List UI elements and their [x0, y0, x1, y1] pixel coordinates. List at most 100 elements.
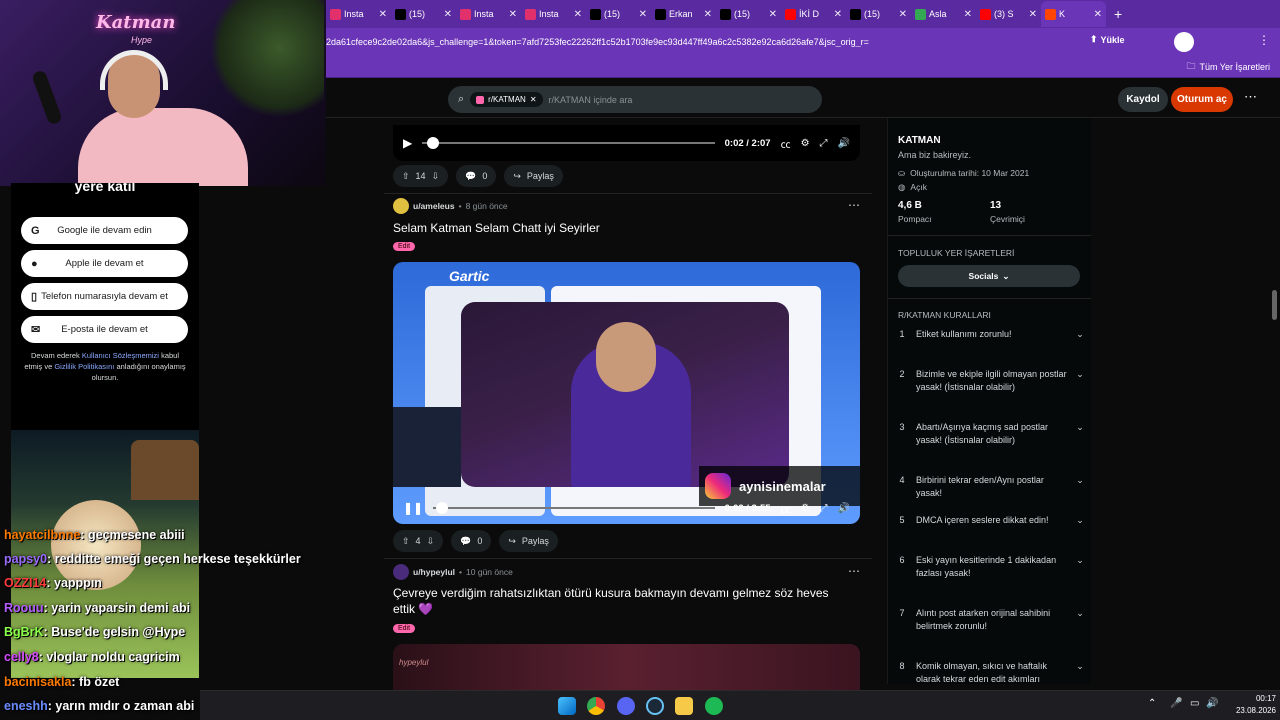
upload-button[interactable]: ⬆ Yükle: [1090, 34, 1125, 45]
share-button[interactable]: ↪ Paylaş: [504, 165, 563, 187]
browser-tab[interactable]: Erkan ✕: [651, 1, 716, 27]
browser-tab[interactable]: (15) ✕: [391, 1, 456, 27]
login-button[interactable]: Oturum aç: [1171, 87, 1233, 112]
more-options-icon[interactable]: ⋯: [1244, 89, 1257, 105]
privacy-policy-link[interactable]: Gizlilik Politikasını: [54, 362, 114, 371]
video-progress-bar[interactable]: [422, 137, 715, 149]
post-options-icon[interactable]: ⋯: [848, 198, 860, 212]
page-scrollbar[interactable]: [1272, 290, 1277, 320]
chat-username[interactable]: OZZI14: [4, 576, 46, 590]
chip-close-icon[interactable]: ✕: [530, 95, 537, 104]
captions-icon[interactable]: ㏄: [781, 136, 791, 151]
close-tab-icon[interactable]: ✕: [379, 9, 387, 20]
rule-item[interactable]: 8 Komik olmayan, sıkıcı ve haftalık olara…: [888, 660, 1091, 684]
post-title[interactable]: Çevreye verdiğim rahatsızlıktan ötürü ku…: [393, 585, 843, 617]
close-tab-icon[interactable]: ✕: [574, 9, 582, 20]
chat-username[interactable]: papsy0: [4, 552, 47, 566]
close-tab-icon[interactable]: ✕: [704, 9, 712, 20]
browser-tab[interactable]: (3) S ✕: [976, 1, 1041, 27]
network-icon[interactable]: ▭: [1190, 698, 1199, 709]
menu-icon[interactable]: ⋮: [1258, 33, 1270, 47]
close-tab-icon[interactable]: ✕: [964, 9, 972, 20]
close-tab-icon[interactable]: ✕: [1094, 9, 1102, 20]
browser-tab[interactable]: K ✕: [1041, 1, 1106, 27]
video-player-controls[interactable]: ▶ 0:02 / 2:07 ㏄ ⚙ ⤢ 🔊: [393, 125, 860, 161]
chevron-down-icon[interactable]: ⌄: [1068, 607, 1091, 620]
comments-button[interactable]: 💬 0: [451, 530, 492, 552]
rule-item[interactable]: 1 Etiket kullanımı zorunlu! ⌄: [888, 328, 1091, 341]
all-bookmarks-link[interactable]: Tüm Yer İşaretleri: [1199, 62, 1270, 72]
progress-knob[interactable]: [426, 137, 439, 149]
comments-button[interactable]: 💬 0: [456, 165, 497, 187]
rule-item[interactable]: 2 Bizimle ve ekiple ilgili olmayan postla…: [888, 368, 1091, 394]
login-option-button[interactable]: ✉ E-posta ile devam et: [21, 316, 188, 343]
settings-icon[interactable]: ⚙: [801, 503, 810, 514]
url-text[interactable]: 2da61cfece9c2de02da6&js_challenge=1&toke…: [326, 37, 1066, 47]
rule-item[interactable]: 5 DMCA içeren seslere dikkat edin! ⌄: [888, 514, 1091, 527]
close-tab-icon[interactable]: ✕: [639, 9, 647, 20]
windows-start-icon[interactable]: [558, 697, 576, 715]
browser-tab[interactable]: Insta ✕: [456, 1, 521, 27]
chevron-down-icon[interactable]: ⌄: [1068, 474, 1091, 487]
downvote-icon[interactable]: ⇩: [432, 171, 440, 182]
browser-tab[interactable]: (15) ✕: [716, 1, 781, 27]
post-options-icon[interactable]: ⋯: [848, 564, 860, 578]
avatar[interactable]: [393, 198, 409, 214]
browser-tab[interactable]: Asla ✕: [911, 1, 976, 27]
rule-item[interactable]: 6 Eski yayın kesitlerinde 1 dakikadan faz…: [888, 554, 1091, 580]
browser-tab[interactable]: (15) ✕: [586, 1, 651, 27]
close-tab-icon[interactable]: ✕: [509, 9, 517, 20]
chevron-down-icon[interactable]: ⌄: [1068, 368, 1091, 381]
avatar[interactable]: [393, 564, 409, 580]
search-input[interactable]: r/KATMAN içinde ara: [549, 95, 633, 105]
post-title[interactable]: Selam Katman Selam Chatt iyi Seyirler: [393, 220, 843, 236]
chevron-down-icon[interactable]: ⌄: [1068, 554, 1091, 567]
spotify-icon[interactable]: [705, 697, 723, 715]
steam-icon[interactable]: [646, 697, 664, 715]
socials-dropdown[interactable]: Socials ⌄: [898, 265, 1080, 287]
chat-username[interactable]: hayatcilbnne: [4, 528, 80, 542]
chat-username[interactable]: BgBrK: [4, 625, 44, 639]
downvote-icon[interactable]: ⇩: [427, 536, 435, 547]
chrome-icon[interactable]: [587, 697, 605, 715]
rule-item[interactable]: 4 Birbirini tekrar eden/Aynı postlar yasa…: [888, 474, 1091, 500]
address-bar[interactable]: 2da61cfece9c2de02da6&js_challenge=1&toke…: [326, 28, 1280, 56]
chevron-down-icon[interactable]: ⌄: [1068, 660, 1091, 673]
post-author[interactable]: u/ameleus: [413, 201, 455, 211]
pause-icon[interactable]: ❚❚: [403, 501, 423, 515]
chat-username[interactable]: Roouu: [4, 601, 44, 615]
browser-tab[interactable]: Insta ✕: [521, 1, 586, 27]
volume-icon[interactable]: 🔊: [838, 503, 850, 514]
speaker-icon[interactable]: 🔊: [1206, 698, 1218, 709]
profile-icon[interactable]: [1174, 32, 1194, 52]
settings-icon[interactable]: ⚙: [801, 138, 810, 149]
browser-tab[interactable]: (15) ✕: [846, 1, 911, 27]
user-agreement-link[interactable]: Kullanıcı Sözleşmemizi: [82, 351, 159, 360]
video-progress-bar[interactable]: [433, 502, 715, 514]
fullscreen-icon[interactable]: ⤢: [820, 138, 828, 149]
vote-control[interactable]: ⇧ 4 ⇩: [393, 530, 444, 552]
file-explorer-icon[interactable]: [675, 697, 693, 715]
close-tab-icon[interactable]: ✕: [769, 9, 777, 20]
discord-icon[interactable]: [617, 697, 635, 715]
volume-icon[interactable]: 🔊: [838, 138, 850, 149]
captions-icon[interactable]: ㏄: [781, 501, 791, 516]
close-tab-icon[interactable]: ✕: [444, 9, 452, 20]
video-player-controls[interactable]: ❚❚ 0:02 / 3:55 ㏄ ⚙ ⤢ 🔊: [393, 490, 860, 524]
close-tab-icon[interactable]: ✕: [899, 9, 907, 20]
microphone-icon[interactable]: 🎤: [1170, 698, 1182, 709]
tray-chevron-icon[interactable]: ⌃: [1148, 698, 1156, 709]
chevron-down-icon[interactable]: ⌄: [1068, 328, 1091, 341]
play-icon[interactable]: ▶: [403, 136, 412, 150]
signup-button[interactable]: Kaydol: [1118, 87, 1168, 112]
rule-item[interactable]: 7 Alıntı post atarken orijinal sahibini b…: [888, 607, 1091, 633]
chevron-down-icon[interactable]: ⌄: [1068, 421, 1091, 434]
login-option-button[interactable]: ● Apple ile devam et: [21, 250, 188, 277]
clock-date[interactable]: 23.08.2026: [1226, 706, 1276, 715]
login-option-button[interactable]: G Google ile devam edin: [21, 217, 188, 244]
search-box[interactable]: ⌕ r/KATMAN ✕ r/KATMAN içinde ara: [448, 86, 822, 113]
new-tab-button[interactable]: +: [1114, 6, 1122, 22]
share-button[interactable]: ↪ Paylaş: [499, 530, 558, 552]
progress-knob[interactable]: [435, 502, 448, 514]
post-author[interactable]: u/hypeylul: [413, 567, 455, 577]
